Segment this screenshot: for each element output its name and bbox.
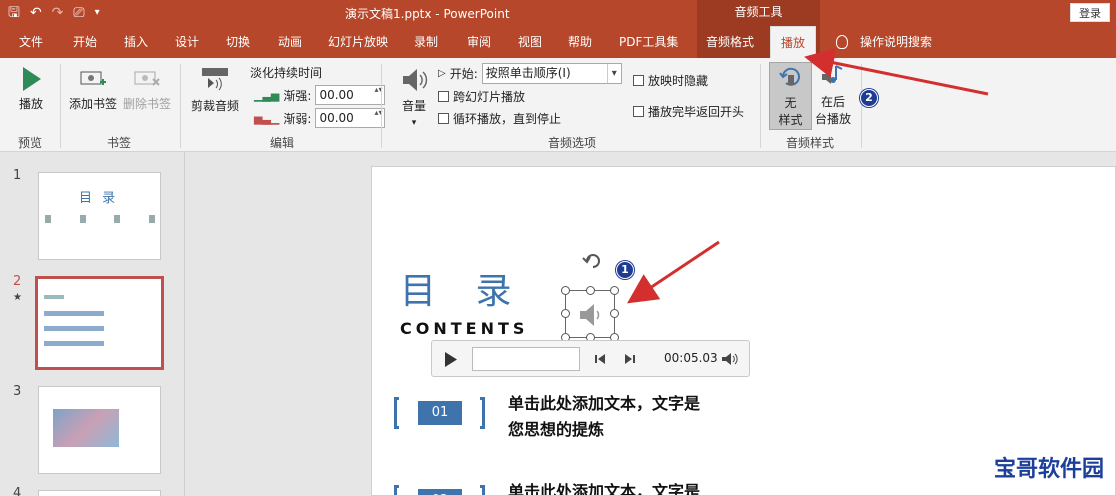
annotation-badge-2: 2 [860,89,878,107]
annotation-badge-1: 1 [616,261,634,279]
annotation-arrow-1 [627,240,720,304]
annotation-arrows [627,48,989,304]
annotation-arrow-2 [804,48,989,96]
watermark-logo: 宝哥软件园 [993,457,1104,482]
